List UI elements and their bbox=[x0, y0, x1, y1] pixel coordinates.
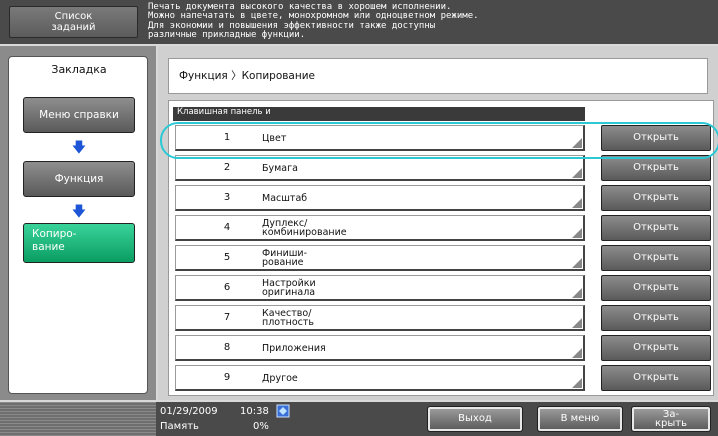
list-item[interactable]: 7 Качество/ плотность bbox=[175, 305, 585, 331]
item-number: 8 bbox=[223, 342, 231, 353]
arrow-down-icon: 🡇 bbox=[71, 204, 87, 220]
date-display: 01/29/2009 bbox=[160, 406, 218, 417]
nav-function-button[interactable]: Функция bbox=[23, 161, 135, 197]
breadcrumb: Функция 〉Копирование bbox=[168, 58, 708, 94]
list-item[interactable]: 5 Финиши- рование bbox=[175, 245, 585, 271]
item-label: Цвет bbox=[262, 132, 287, 144]
exit-button[interactable]: Выход bbox=[427, 406, 523, 432]
stripes-decoration bbox=[0, 402, 156, 436]
time-display: 10:38 bbox=[240, 406, 269, 417]
list-item[interactable]: 2 Бумага bbox=[175, 155, 585, 181]
main-panel: Функция 〉Копирование Клавишная панель и … bbox=[158, 46, 718, 400]
list-item[interactable]: 3 Масштаб bbox=[175, 185, 585, 211]
corner-icon bbox=[572, 228, 582, 238]
keypanel-list: Клавишная панель и 1 Цвет Открыть 2 Бума… bbox=[168, 100, 714, 396]
bottom-bar: 01/29/2009 10:38 Память 0% Выход В меню … bbox=[0, 402, 718, 436]
open-button[interactable]: Открыть bbox=[601, 155, 711, 181]
corner-icon bbox=[572, 348, 582, 358]
corner-icon bbox=[572, 378, 582, 388]
item-number: 2 bbox=[223, 162, 231, 173]
open-button[interactable]: Открыть bbox=[601, 335, 711, 361]
corner-icon bbox=[572, 198, 582, 208]
list-item[interactable]: 6 Настройки оригинала bbox=[175, 275, 585, 301]
corner-icon bbox=[572, 258, 582, 268]
memory-value: 0% bbox=[253, 421, 269, 432]
network-icon bbox=[276, 404, 290, 418]
item-label: Качество/ плотность bbox=[262, 308, 315, 328]
item-label: Приложения bbox=[262, 342, 326, 354]
open-button[interactable]: Открыть bbox=[601, 365, 711, 391]
memory-label: Память bbox=[160, 421, 199, 432]
item-label: Настройки оригинала bbox=[262, 278, 316, 298]
arrow-down-icon: 🡇 bbox=[71, 140, 87, 156]
item-label: Бумага bbox=[262, 162, 298, 174]
screen: Список заданий Печать документа высокого… bbox=[0, 0, 718, 436]
item-number: 5 bbox=[223, 252, 231, 263]
list-item[interactable]: 8 Приложения bbox=[175, 335, 585, 361]
top-bar: Список заданий Печать документа высокого… bbox=[0, 0, 718, 44]
help-message: Печать документа высокого качества в хор… bbox=[148, 2, 479, 41]
nav-copy-button[interactable]: Копиро- вание bbox=[23, 223, 135, 263]
list-item[interactable]: 4 Дуплекс/ комбинирование bbox=[175, 215, 585, 241]
open-button[interactable]: Открыть bbox=[601, 245, 711, 271]
item-label: Дуплекс/ комбинирование bbox=[262, 218, 347, 238]
item-number: 3 bbox=[223, 192, 231, 203]
bookmark-title: Закладка bbox=[51, 63, 107, 76]
item-number: 4 bbox=[223, 222, 231, 233]
bookmark-inner: Закладка Меню справки 🡇 Функция 🡇 Копиро… bbox=[8, 56, 148, 394]
item-number: 9 bbox=[223, 372, 231, 383]
item-label: Масштаб bbox=[262, 192, 308, 204]
item-label: Финиши- рование bbox=[262, 248, 308, 268]
item-number: 6 bbox=[223, 282, 231, 293]
list-header: Клавишная панель и bbox=[173, 107, 585, 121]
bookmark-panel: Закладка Меню справки 🡇 Функция 🡇 Копиро… bbox=[0, 46, 156, 400]
corner-icon bbox=[572, 168, 582, 178]
open-button[interactable]: Открыть bbox=[601, 185, 711, 211]
job-list-button[interactable]: Список заданий bbox=[9, 6, 138, 38]
item-label: Другое bbox=[262, 372, 298, 384]
open-button[interactable]: Открыть bbox=[601, 125, 711, 151]
corner-icon bbox=[572, 318, 582, 328]
open-button[interactable]: Открыть bbox=[601, 215, 711, 241]
close-button[interactable]: За- крыть bbox=[631, 406, 711, 432]
list-item[interactable]: 9 Другое bbox=[175, 365, 585, 391]
corner-icon bbox=[572, 288, 582, 298]
list-item[interactable]: 1 Цвет bbox=[175, 125, 585, 151]
item-number: 1 bbox=[223, 132, 231, 143]
open-button[interactable]: Открыть bbox=[601, 275, 711, 301]
item-number: 7 bbox=[223, 312, 231, 323]
nav-help-menu-button[interactable]: Меню справки bbox=[23, 97, 135, 133]
open-button[interactable]: Открыть bbox=[601, 305, 711, 331]
corner-icon bbox=[572, 138, 582, 148]
to-menu-button[interactable]: В меню bbox=[537, 406, 623, 432]
